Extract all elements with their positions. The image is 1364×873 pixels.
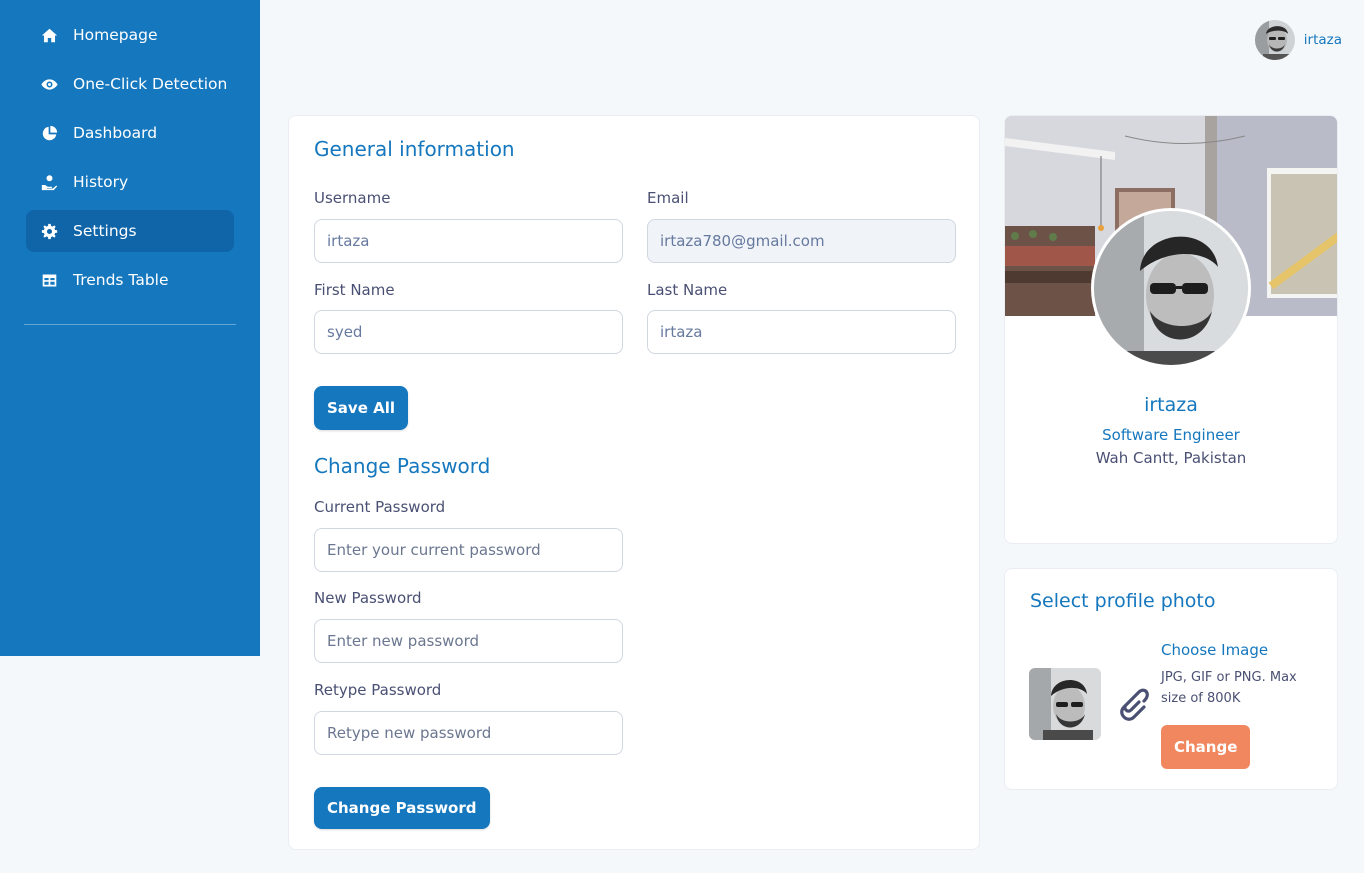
username-input[interactable] [314, 219, 623, 263]
sidebar-item-homepage[interactable]: Homepage [26, 14, 234, 56]
sidebar-item-history[interactable]: History [26, 161, 234, 203]
last-name-label: Last Name [647, 281, 728, 299]
profile-role: Software Engineer [1102, 426, 1240, 444]
profile-card: irtaza Software Engineer Wah Cantt, Paki… [1004, 115, 1338, 544]
new-password-label: New Password [314, 589, 422, 607]
sidebar-item-label: History [73, 173, 129, 191]
first-name-label: First Name [314, 281, 395, 299]
user-menu[interactable]: irtaza [1254, 20, 1342, 60]
sidebar-item-one-click-detection[interactable]: One-Click Detection [26, 63, 234, 105]
pie-chart-icon [39, 123, 59, 143]
current-password-input[interactable] [314, 528, 623, 572]
gear-icon [39, 221, 59, 241]
change-photo-button[interactable]: Change [1161, 725, 1251, 769]
user-name: irtaza [1303, 32, 1342, 48]
sidebar-item-label: Trends Table [73, 271, 169, 289]
current-password-label: Current Password [314, 498, 446, 516]
sidebar-item-trends-table[interactable]: Trends Table [26, 259, 234, 301]
photo-hint-text: JPG, GIF or PNG. Max size of 800K [1161, 670, 1297, 706]
sidebar-item-label: Settings [73, 222, 137, 240]
first-name-input[interactable] [314, 310, 623, 354]
sidebar-item-label: Dashboard [73, 124, 158, 142]
choose-image-link[interactable]: Choose Image [1161, 641, 1268, 659]
email-label: Email [647, 189, 689, 207]
retype-password-input[interactable] [314, 711, 623, 755]
new-password-input[interactable] [314, 619, 623, 663]
eye-icon [39, 74, 59, 94]
home-icon [39, 25, 59, 45]
general-information-card: General information Username Email First… [288, 115, 980, 850]
sidebar-item-dashboard[interactable]: Dashboard [26, 112, 234, 154]
username-label: Username [314, 189, 391, 207]
save-all-button[interactable]: Save All [314, 386, 408, 430]
sidebar-item-label: One-Click Detection [73, 75, 228, 93]
section-title-select-photo: Select profile photo [1030, 590, 1216, 612]
table-icon [39, 270, 59, 290]
section-title-change-password: Change Password [314, 454, 491, 478]
sidebar-item-label: Homepage [73, 26, 158, 44]
paperclip-icon [1115, 686, 1149, 724]
retype-password-label: Retype Password [314, 681, 442, 699]
email-input[interactable] [647, 219, 956, 263]
profile-location: Wah Cantt, Pakistan [1095, 449, 1247, 467]
hand-coin-icon [39, 172, 59, 192]
profile-name: irtaza [1144, 394, 1198, 416]
photo-thumbnail [1029, 668, 1101, 740]
sidebar-divider [24, 324, 236, 325]
last-name-input[interactable] [647, 310, 956, 354]
avatar [1254, 20, 1295, 60]
profile-avatar [1091, 208, 1251, 368]
select-photo-card: Select profile photo Choose Image JPG, G… [1004, 568, 1338, 790]
section-title-general: General information [314, 137, 515, 161]
change-password-button[interactable]: Change Password [314, 787, 490, 829]
sidebar-item-settings[interactable]: Settings [26, 210, 234, 252]
sidebar: Homepage One-Click Detection Dashboard H… [0, 0, 260, 656]
